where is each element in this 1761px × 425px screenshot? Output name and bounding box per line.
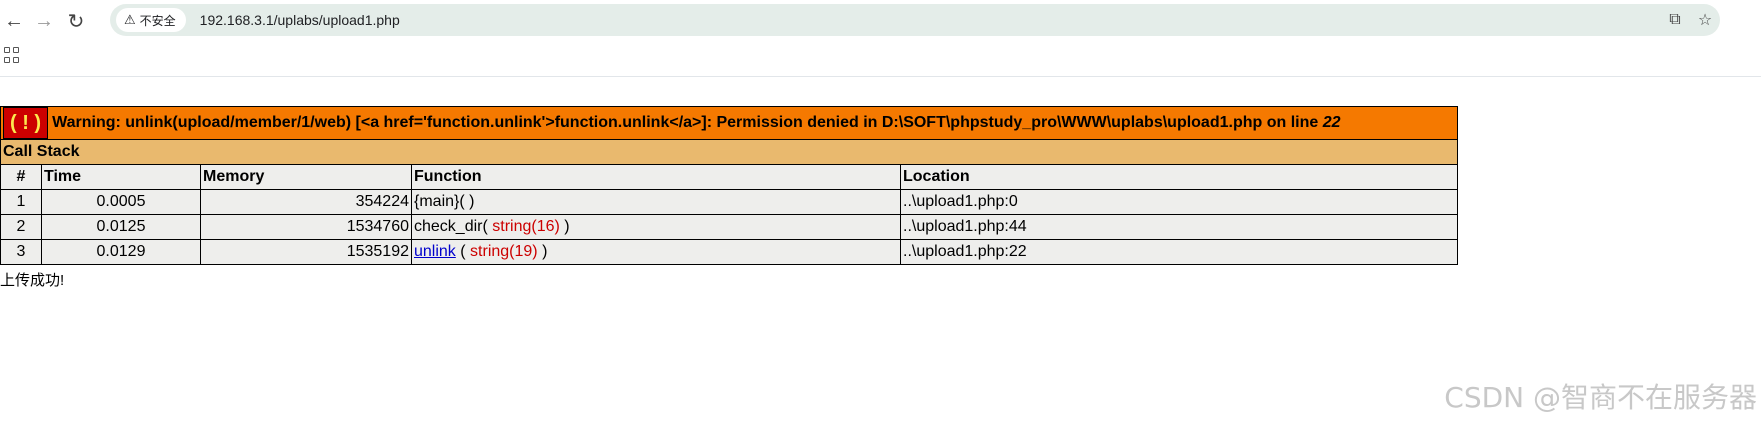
back-arrow-icon[interactable]: ← bbox=[0, 7, 28, 35]
call-stack-title-row: Call Stack bbox=[0, 139, 1458, 165]
address-bar[interactable]: ⚠ 不安全 192.168.3.1/uplabs/upload1.php ⧉ ☆ bbox=[110, 4, 1720, 36]
function-arg: string(19) bbox=[470, 243, 538, 260]
table-row: 1 0.0005 354224 {main}( ) ..\upload1.php… bbox=[0, 189, 1458, 215]
translate-icon[interactable]: ⧉ bbox=[1660, 11, 1690, 29]
function-name: check_dir( bbox=[414, 218, 488, 235]
cell-memory: 1534760 bbox=[200, 214, 412, 240]
url-text[interactable]: 192.168.3.1/uplabs/upload1.php bbox=[200, 12, 400, 28]
col-header-time: Time bbox=[41, 164, 201, 190]
reload-icon[interactable]: ↻ bbox=[62, 7, 90, 35]
apps-grid-icon[interactable] bbox=[4, 47, 20, 63]
cell-memory: 1535192 bbox=[200, 239, 412, 265]
security-label: 不安全 bbox=[139, 13, 176, 28]
browser-chrome: ← → ↻ ⚠ 不安全 192.168.3.1/uplabs/upload1.p… bbox=[0, 0, 1761, 77]
error-line-number: 22 bbox=[1322, 114, 1341, 131]
security-chip[interactable]: ⚠ 不安全 bbox=[116, 8, 186, 32]
call-stack-title: Call Stack bbox=[0, 139, 1458, 165]
function-close: ) bbox=[564, 218, 570, 235]
call-stack-header-row: # Time Memory Function Location bbox=[0, 164, 1458, 190]
cell-time: 0.0125 bbox=[41, 214, 201, 240]
cell-location: ..\upload1.php:22 bbox=[900, 239, 1458, 265]
warning-triangle-icon: ⚠ bbox=[124, 12, 136, 27]
function-close: ) bbox=[542, 243, 548, 260]
error-header: ( ! ) Warning: unlink(upload/member/1/web… bbox=[0, 106, 1458, 140]
cell-memory: 354224 bbox=[200, 189, 412, 215]
page-content: ( ! ) Warning: unlink(upload/member/1/web… bbox=[0, 106, 1458, 290]
col-header-function: Function bbox=[411, 164, 901, 190]
cell-location: ..\upload1.php:44 bbox=[900, 214, 1458, 240]
cell-time: 0.0129 bbox=[41, 239, 201, 265]
error-header-row: ( ! ) Warning: unlink(upload/member/1/web… bbox=[0, 106, 1458, 140]
cell-num: 2 bbox=[0, 214, 42, 240]
cell-time: 0.0005 bbox=[41, 189, 201, 215]
cell-num: 1 bbox=[0, 189, 42, 215]
col-header-num: # bbox=[0, 164, 42, 190]
cell-function: unlink ( string(19) ) bbox=[411, 239, 901, 265]
watermark: CSDN @智商不在服务器 bbox=[1444, 381, 1757, 414]
function-open: ( bbox=[460, 243, 466, 260]
function-arg: string(16) bbox=[492, 218, 560, 235]
error-message: Warning: unlink(upload/member/1/web) [<a… bbox=[52, 114, 1341, 131]
upload-success-text: 上传成功! bbox=[0, 272, 65, 289]
xdebug-error-table: ( ! ) Warning: unlink(upload/member/1/web… bbox=[0, 106, 1458, 265]
cell-location: ..\upload1.php:0 bbox=[900, 189, 1458, 215]
table-row: 3 0.0129 1535192 unlink ( string(19) ) .… bbox=[0, 239, 1458, 265]
table-row: 2 0.0125 1534760 check_dir( string(16) )… bbox=[0, 214, 1458, 240]
cell-function: check_dir( string(16) ) bbox=[411, 214, 901, 240]
unlink-link[interactable]: unlink bbox=[414, 243, 456, 260]
bookmark-star-icon[interactable]: ☆ bbox=[1690, 10, 1720, 30]
cell-num: 3 bbox=[0, 239, 42, 265]
col-header-memory: Memory bbox=[200, 164, 412, 190]
error-badge: ( ! ) bbox=[3, 107, 49, 139]
col-header-location: Location bbox=[900, 164, 1458, 190]
cell-function: {main}( ) bbox=[411, 189, 901, 215]
forward-arrow-icon[interactable]: → bbox=[30, 7, 58, 35]
